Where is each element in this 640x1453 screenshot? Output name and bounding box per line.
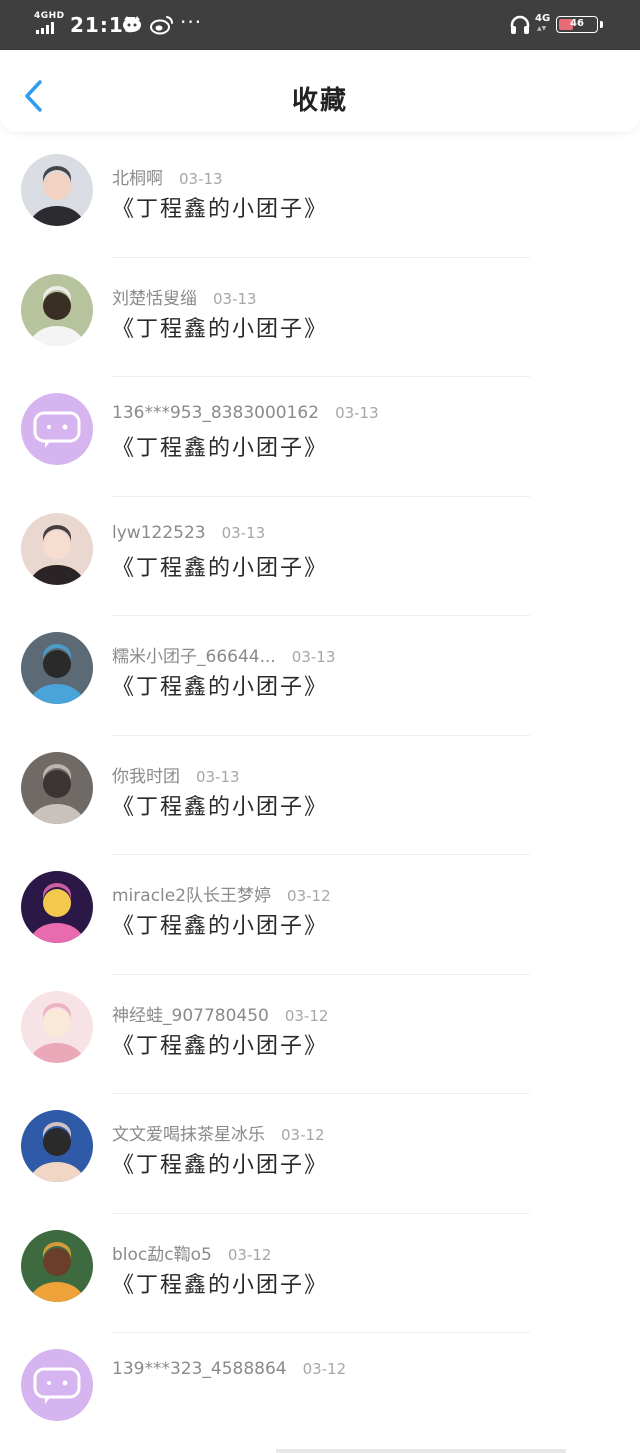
cat-app-icon: [123, 16, 141, 32]
item-date: 03-13: [196, 767, 240, 786]
avatar[interactable]: [21, 154, 93, 226]
user-name[interactable]: 你我时团: [112, 767, 180, 787]
avatar[interactable]: [21, 1110, 93, 1182]
list-item[interactable]: bloc勐c鞫o5 03-12 《丁程鑫的小团子》: [0, 1214, 640, 1333]
item-title: 《丁程鑫的小团子》: [112, 1033, 329, 1059]
item-meta: 神经蛙_907780450 03-12: [112, 1001, 328, 1026]
avatar[interactable]: [21, 1229, 93, 1302]
item-date: 03-13: [221, 523, 266, 542]
item-date: 03-13: [335, 404, 379, 422]
item-meta: 文文爱喝抹茶星冰乐 03-12: [112, 1120, 325, 1145]
battery-percent: 46: [570, 18, 584, 29]
headphones-icon: [510, 15, 530, 34]
page-title: 收藏: [291, 86, 348, 116]
avatar[interactable]: [21, 632, 93, 704]
item-date: 03-13: [291, 648, 336, 666]
item-title: 《丁程鑫的小团子》: [112, 1153, 329, 1178]
item-title: 《丁程鑫的小团子》: [112, 914, 329, 939]
more-notifications: ···: [180, 10, 203, 34]
item-title: 《丁程鑫的小团子》: [112, 794, 329, 820]
list-item[interactable]: 北桐啊 03-13 《丁程鑫的小团子》: [0, 138, 640, 258]
item-date: 03-13: [213, 289, 257, 308]
item-meta: 糯米小团子_66644... 03-13: [112, 642, 335, 667]
item-meta: miracle2队长王梦婷 03-12: [112, 881, 331, 906]
item-meta: 136***953_8383000162 03-13: [112, 403, 379, 423]
item-title: 《丁程鑫的小团子》: [112, 197, 329, 222]
network-type-2: 4G: [535, 13, 551, 24]
list-item[interactable]: 136***953_8383000162 03-13 《丁程鑫的小团子》: [0, 377, 640, 497]
list-item[interactable]: 文文爱喝抹茶星冰乐 03-12 《丁程鑫的小团子》: [0, 1094, 640, 1214]
user-name[interactable]: 北桐啊: [112, 169, 163, 189]
user-name[interactable]: 刘楚恬叟缁: [112, 289, 197, 309]
scroll-indicator: [276, 1448, 566, 1453]
user-name[interactable]: miracle2队长王梦婷: [112, 886, 271, 906]
item-meta: 139***323_4588864 03-12: [112, 1359, 346, 1379]
item-title: 《丁程鑫的小团子》: [112, 436, 329, 461]
user-name[interactable]: lyw122523: [112, 523, 206, 543]
avatar[interactable]: [21, 871, 93, 943]
item-date: 03-13: [179, 170, 223, 188]
item-meta: 北桐啊 03-13: [112, 164, 223, 189]
avatar[interactable]: [21, 393, 93, 465]
avatar[interactable]: [21, 512, 93, 585]
avatar[interactable]: [21, 990, 93, 1063]
list-item[interactable]: 糯米小团子_66644... 03-13 《丁程鑫的小团子》: [0, 616, 640, 736]
network-type: 4GHD: [34, 11, 65, 21]
signal-strength-icon: [36, 22, 54, 34]
user-name[interactable]: bloc勐c鞫o5: [112, 1245, 212, 1265]
avatar[interactable]: [21, 273, 93, 346]
avatar[interactable]: [21, 751, 93, 824]
item-date: 03-12: [281, 1126, 325, 1144]
avatar[interactable]: [21, 1349, 93, 1421]
item-date: 03-12: [302, 1360, 347, 1378]
item-meta: lyw122523 03-13: [112, 523, 265, 543]
app-header: 收藏: [0, 50, 640, 132]
list-item[interactable]: miracle2队长王梦婷 03-12 《丁程鑫的小团子》: [0, 855, 640, 975]
user-name[interactable]: 136***953_8383000162: [112, 403, 319, 423]
item-title: 《丁程鑫的小团子》: [112, 316, 329, 342]
user-name[interactable]: 糯米小团子_66644...: [112, 647, 276, 667]
item-title: 《丁程鑫的小团子》: [112, 555, 329, 581]
item-meta: bloc勐c鞫o5 03-12: [112, 1240, 271, 1265]
item-meta: 刘楚恬叟缁 03-13: [112, 284, 257, 309]
list-item[interactable]: 刘楚恬叟缁 03-13 《丁程鑫的小团子》: [0, 258, 640, 377]
item-title: 《丁程鑫的小团子》: [112, 675, 329, 700]
user-name[interactable]: 文文爱喝抹茶星冰乐: [112, 1125, 265, 1145]
user-name[interactable]: 139***323_4588864: [112, 1359, 287, 1379]
weibo-icon: [150, 16, 174, 35]
item-title: 《丁程鑫的小团子》: [112, 1272, 329, 1298]
battery-tip: [600, 21, 603, 28]
status-bar: 4GHD 21:15 ··· 4G ▲▼ 46: [0, 0, 640, 50]
list-item[interactable]: lyw122523 03-13 《丁程鑫的小团子》: [0, 497, 640, 616]
item-date: 03-12: [227, 1245, 272, 1264]
item-meta: 你我时团 03-13: [112, 762, 240, 787]
list-item[interactable]: 神经蛙_907780450 03-12 《丁程鑫的小团子》: [0, 975, 640, 1094]
favorites-list: 北桐啊 03-13 《丁程鑫的小团子》 刘楚恬叟缁 03-13 《丁程鑫的小团子》 …: [0, 138, 640, 1453]
user-name[interactable]: 神经蛙_907780450: [112, 1006, 269, 1026]
item-date: 03-12: [287, 887, 331, 905]
item-date: 03-12: [284, 1006, 329, 1025]
battery-icon: 46: [556, 16, 598, 33]
signal-sub-icon: ▲▼: [537, 25, 547, 32]
list-item[interactable]: 139***323_4588864 03-12: [0, 1333, 640, 1453]
list-item[interactable]: 你我时团 03-13 《丁程鑫的小团子》: [0, 736, 640, 855]
